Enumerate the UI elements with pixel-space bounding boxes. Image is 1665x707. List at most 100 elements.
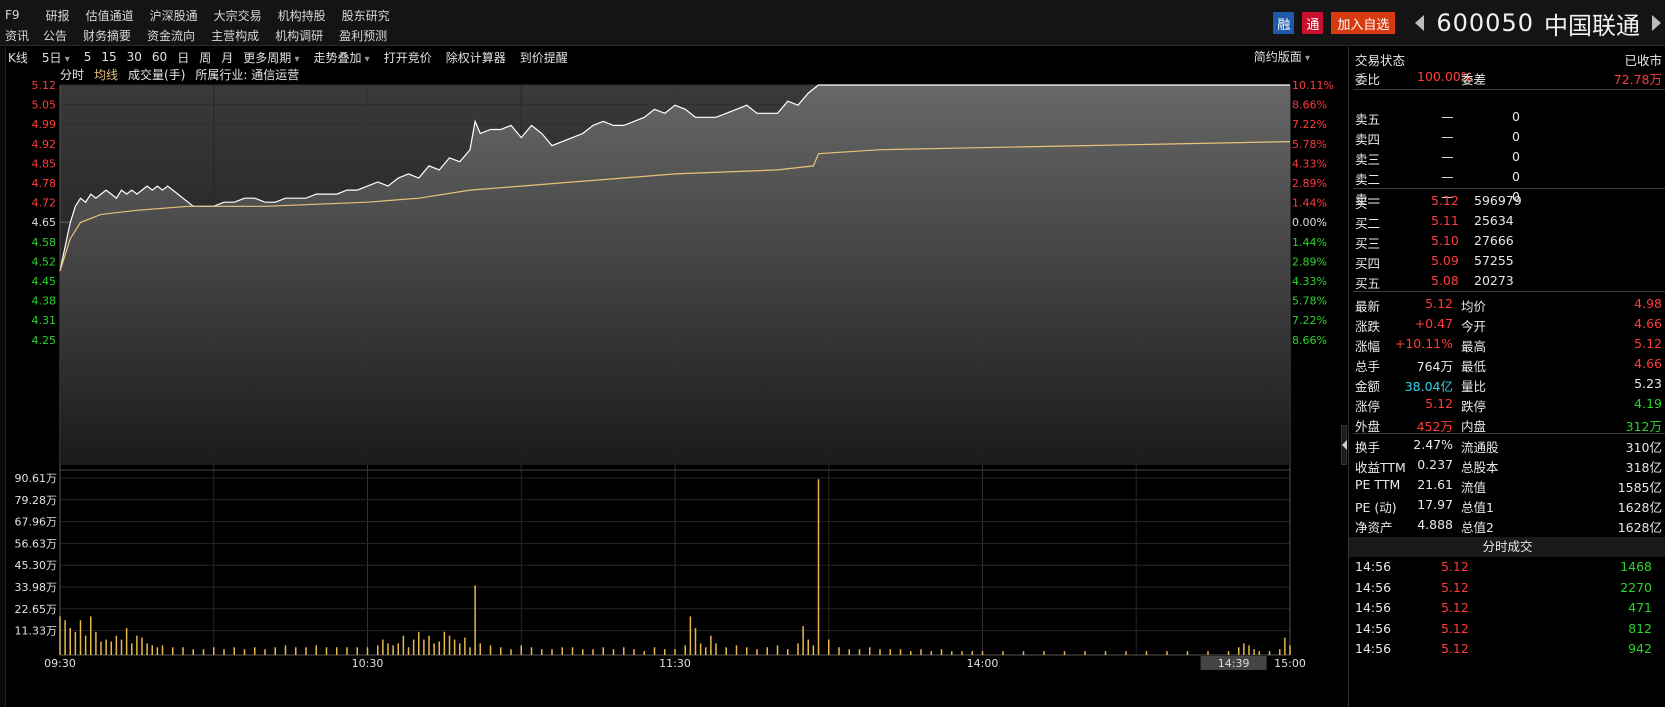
price-tick: 4.78 xyxy=(32,177,57,190)
stat-label: 涨跌 xyxy=(1355,319,1381,334)
stat-label: 最高 xyxy=(1461,339,1487,354)
sell-row: 卖五 — 0 xyxy=(1349,107,1665,127)
stock-name: 中国联通 xyxy=(1544,11,1640,40)
pct-tick: 5.78% xyxy=(1292,138,1327,151)
order-label: 卖五 xyxy=(1355,112,1381,127)
price-tick: 4.31 xyxy=(32,314,57,327)
stat-label: 涨停 xyxy=(1355,399,1381,414)
order-label: 买三 xyxy=(1355,236,1381,251)
stat-value: 38.04亿 xyxy=(1404,379,1453,394)
fund-label: 总股本 xyxy=(1461,460,1499,475)
order-volume: 0 xyxy=(1512,149,1520,164)
price-tick: 4.72 xyxy=(32,197,57,210)
fund-row: PE TTM 21.61 流值 1585亿 xyxy=(1349,475,1665,495)
pct-tick: 8.66% xyxy=(1292,334,1327,347)
stat-value: +10.11% xyxy=(1394,336,1453,351)
pct-tick: 2.89% xyxy=(1292,255,1327,268)
volume-tick: 45.30万 xyxy=(15,559,58,572)
tick-price: 5.12 xyxy=(1441,559,1469,574)
order-label: 卖四 xyxy=(1355,132,1381,147)
pct-tick: 8.66% xyxy=(1292,99,1327,112)
fund-label: 收益TTM xyxy=(1355,460,1406,475)
tick-volume: 1468 xyxy=(1620,559,1652,574)
stat-row: 涨停 5.12 跌停 4.19 xyxy=(1349,394,1665,414)
add-watchlist-button[interactable]: 加入自选 xyxy=(1331,12,1396,34)
pct-tick: 0.00% xyxy=(1292,216,1327,229)
fund-row: PE (动) 17.97 总值1 1628亿 xyxy=(1349,495,1665,515)
fund-value: 21.61 xyxy=(1417,477,1453,492)
fund-value: 4.888 xyxy=(1417,517,1453,532)
time-tick: 15:00 xyxy=(1274,657,1306,670)
stat-value: 4.19 xyxy=(1634,396,1662,411)
tick-time: 14:56 xyxy=(1355,600,1392,615)
next-stock-icon[interactable] xyxy=(1652,15,1661,31)
sell-row: 卖四 — 0 xyxy=(1349,127,1665,147)
stat-row: 总手 764万 最低 4.66 xyxy=(1349,354,1665,374)
stat-value: 5.12 xyxy=(1634,336,1662,351)
stat-label: 最低 xyxy=(1461,359,1487,374)
buy-row: 买五 5.08 20273 xyxy=(1349,271,1665,291)
stat-label: 今开 xyxy=(1461,319,1487,334)
stat-value: 764万 xyxy=(1416,359,1453,374)
tick-time: 14:56 xyxy=(1355,559,1392,574)
order-price: 5.11 xyxy=(1431,213,1459,228)
order-volume: 27666 xyxy=(1474,233,1514,248)
prev-stock-icon[interactable] xyxy=(1415,15,1425,31)
tick-row: 14:56 5.12 2270 xyxy=(1349,578,1665,598)
trade-status-row: 交易状态 已收市 xyxy=(1349,48,1665,68)
fund-label: 净资产 xyxy=(1355,520,1393,535)
fund-label: 换手 xyxy=(1355,440,1381,455)
stat-label: 最新 xyxy=(1355,299,1381,314)
fund-value: 1628亿 xyxy=(1617,520,1662,535)
price-tick: 4.99 xyxy=(32,118,57,131)
panel-collapse-handle[interactable] xyxy=(1341,425,1347,465)
order-label: 买五 xyxy=(1355,276,1381,291)
stat-label: 金额 xyxy=(1355,379,1381,394)
pct-tick: 7.22% xyxy=(1292,118,1327,131)
stat-label: 均价 xyxy=(1461,299,1487,314)
tick-volume: 2270 xyxy=(1620,579,1652,595)
quote-panel: 交易状态 已收市 委比 100.00% 委差 72.78万 卖五 —0 卖四 —0 卖三… xyxy=(1348,47,1665,707)
price-tick: 4.85 xyxy=(32,157,57,170)
price-tick: 4.58 xyxy=(32,236,57,249)
cursor-time: 14:39 xyxy=(1218,657,1250,670)
fund-label: 流通股 xyxy=(1461,440,1499,455)
order-volume: 596979 xyxy=(1474,193,1522,208)
price-tick: 4.45 xyxy=(32,275,57,288)
tick-row: 14:56 5.12 471 xyxy=(1349,598,1665,618)
volume-tick: 11.33万 xyxy=(15,625,58,638)
weicha-label: 委差 xyxy=(1461,72,1487,87)
order-price: 5.12 xyxy=(1431,193,1459,208)
volume-tick: 56.63万 xyxy=(15,537,58,550)
sell-row: 卖三 — 0 xyxy=(1349,147,1665,167)
price-tick: 5.05 xyxy=(32,99,57,112)
weibi-label: 委比 xyxy=(1355,72,1381,87)
time-tick: 11:30 xyxy=(659,657,691,670)
fund-value: 1585亿 xyxy=(1617,480,1662,495)
order-label: 卖三 xyxy=(1355,152,1381,167)
fund-row: 收益TTM 0.237 总股本 318亿 xyxy=(1349,455,1665,475)
volume-tick: 33.98万 xyxy=(15,581,58,594)
price-tick: 4.52 xyxy=(32,255,57,268)
price-tick: 4.25 xyxy=(32,334,57,347)
stat-value: 4.66 xyxy=(1634,356,1662,371)
tick-volume: 471 xyxy=(1628,600,1652,615)
order-price: — xyxy=(1441,169,1454,184)
fund-value: 1628亿 xyxy=(1617,500,1662,515)
stat-row: 金额 38.04亿 量比 5.23 xyxy=(1349,374,1665,394)
order-volume: 25634 xyxy=(1474,213,1514,228)
fund-label: 总值2 xyxy=(1461,520,1494,535)
stat-label: 总手 xyxy=(1355,359,1381,374)
stat-row: 最新 5.12 均价 4.98 xyxy=(1349,294,1665,314)
order-volume: 0 xyxy=(1512,109,1520,124)
time-tick: 14:00 xyxy=(967,657,999,670)
order-volume: 20273 xyxy=(1474,273,1514,288)
intraday-chart[interactable]: 5.12 10.11% 5.05 8.66% 4.99 7.22% 4.92 5.78% 4.8… xyxy=(0,0,1340,707)
tick-row: 14:56 5.12 1468 xyxy=(1349,557,1665,577)
order-price: — xyxy=(1441,149,1454,164)
stat-value: 5.23 xyxy=(1634,376,1662,391)
pct-tick: 4.33% xyxy=(1292,275,1327,288)
tick-price: 5.12 xyxy=(1441,579,1469,595)
buy-row: 买一 5.12 596979 xyxy=(1349,191,1665,211)
stat-row: 外盘 452万 内盘 312万 xyxy=(1349,414,1665,434)
